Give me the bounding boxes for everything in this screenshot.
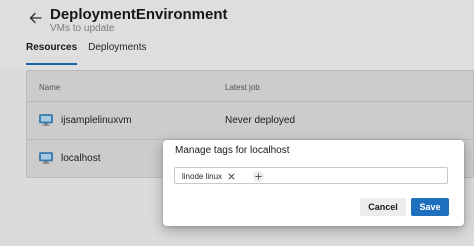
- dialog-title: Manage tags for localhost: [175, 145, 290, 156]
- manage-tags-dialog: Manage tags for localhost linode linux C…: [163, 140, 464, 226]
- close-icon: [228, 173, 234, 180]
- tags-input[interactable]: linode linux: [174, 167, 448, 184]
- add-tag-button[interactable]: [253, 171, 264, 182]
- cancel-button[interactable]: Cancel: [360, 198, 406, 216]
- tag-label: linode linux: [182, 172, 223, 181]
- save-button[interactable]: Save: [411, 198, 449, 216]
- remove-tag-button[interactable]: [227, 173, 235, 181]
- plus-icon: [255, 173, 262, 180]
- tag-chip: linode linux: [179, 170, 239, 183]
